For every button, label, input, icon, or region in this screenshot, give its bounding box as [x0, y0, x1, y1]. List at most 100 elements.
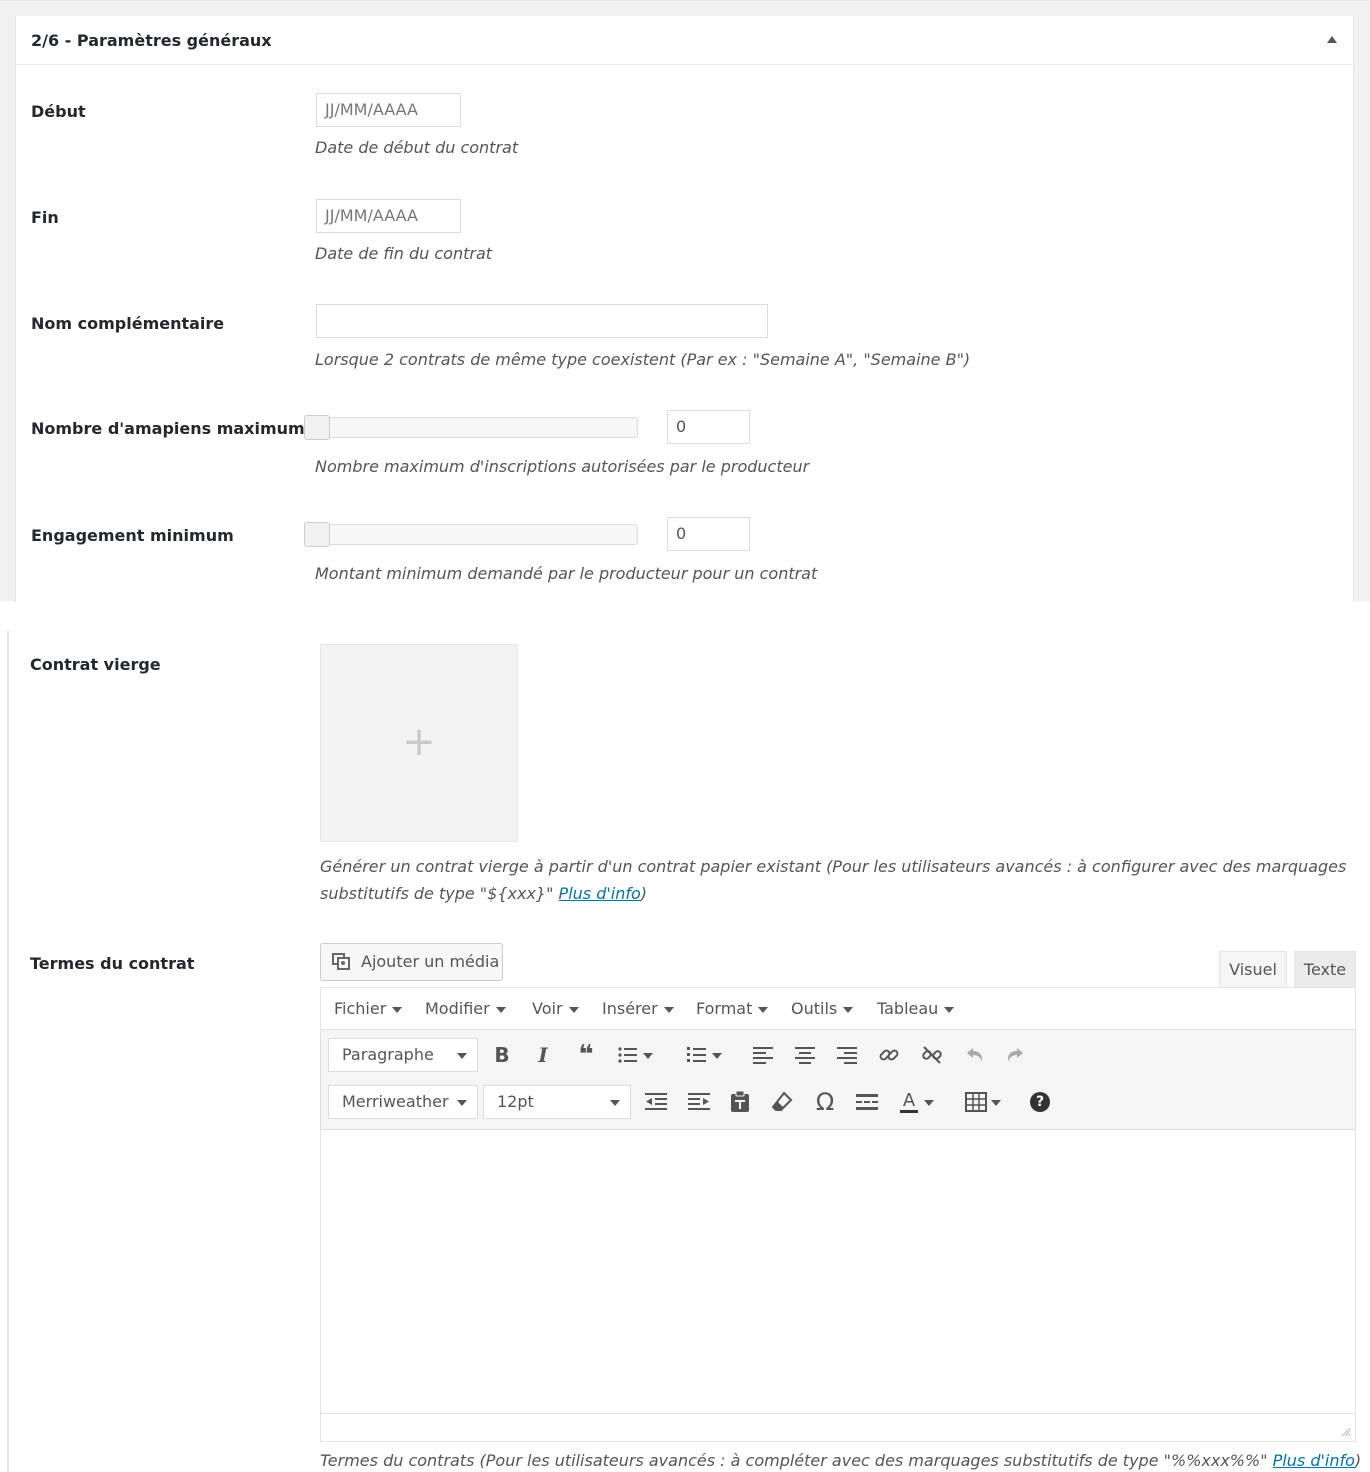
contract-documents-panel: Contrat vierge + Générer un contrat vier…: [0, 631, 1370, 1472]
blockquote-icon[interactable]: ❝: [571, 1040, 601, 1070]
add-media-button[interactable]: Ajouter un média: [320, 943, 503, 981]
section-title: 2/6 - Paramètres généraux: [31, 31, 272, 50]
align-center-icon[interactable]: [790, 1040, 820, 1070]
label-fin: Fin: [31, 208, 59, 227]
caret-icon: [944, 1006, 955, 1013]
indent-icon[interactable]: [684, 1087, 714, 1117]
plus-info-link[interactable]: Plus d'info: [559, 884, 641, 903]
contrat-vierge-description-text: substitutifs de type "${xxx}": [320, 884, 559, 903]
menu-voir[interactable]: Voir: [532, 988, 579, 1030]
caret-icon: [568, 1006, 579, 1013]
menu-inserer[interactable]: Insérer: [602, 988, 674, 1030]
caret-icon: [843, 1006, 854, 1013]
debut-description: Date de début du contrat: [315, 138, 519, 157]
caret-icon: [457, 1053, 467, 1059]
label-nombre-amapiens: Nombre d'amapiens maximum: [31, 419, 305, 438]
special-character-icon[interactable]: Ω: [810, 1087, 840, 1117]
redo-icon[interactable]: [1001, 1040, 1031, 1070]
label-termes-contrat: Termes du contrat: [30, 954, 195, 973]
editor-menubar: Fichier Modifier Voir Insérer Format Out…: [321, 988, 1355, 1030]
link-icon[interactable]: [874, 1040, 904, 1070]
text-color-letter: A: [899, 1091, 919, 1113]
caret-icon: [457, 1100, 467, 1106]
label-contrat-vierge: Contrat vierge: [30, 655, 161, 674]
contrat-vierge-upload-box[interactable]: +: [320, 644, 518, 842]
bullet-list-icon[interactable]: [613, 1040, 653, 1070]
resize-handle-icon[interactable]: [1339, 1425, 1351, 1437]
horizontal-rule-icon[interactable]: [852, 1087, 882, 1117]
label-debut: Début: [31, 102, 86, 121]
caret-icon: [991, 1100, 1001, 1106]
menu-tableau[interactable]: Tableau: [877, 988, 955, 1030]
slider-handle[interactable]: [304, 415, 330, 440]
editor-content-area[interactable]: [321, 1130, 1355, 1412]
unlink-icon[interactable]: [917, 1040, 947, 1070]
caret-icon: [924, 1100, 934, 1106]
nombre-amapiens-input[interactable]: 0: [667, 410, 750, 444]
closing-paren: ): [1354, 1451, 1362, 1470]
collapse-arrow-icon[interactable]: [1327, 36, 1337, 43]
engagement-minimum-description: Montant minimum demandé par le producteu…: [315, 564, 818, 583]
tab-visuel[interactable]: Visuel: [1219, 951, 1287, 988]
font-family-value: Merriweather: [342, 1092, 449, 1111]
paste-text-icon[interactable]: [725, 1087, 755, 1117]
panel-left-border: [7, 631, 9, 1472]
termes-description: Termes du contrats (Pour les utilisateur…: [320, 1447, 1361, 1472]
nom-complementaire-input[interactable]: [316, 304, 768, 338]
menu-modifier[interactable]: Modifier: [425, 988, 506, 1030]
termes-description-text: Termes du contrats (Pour les utilisateur…: [320, 1451, 1273, 1470]
section-header[interactable]: 2/6 - Paramètres généraux: [16, 16, 1353, 65]
help-icon[interactable]: ?: [1025, 1087, 1055, 1117]
nombre-amapiens-description: Nombre maximum d'inscriptions autorisées…: [315, 457, 810, 476]
general-settings-box: 2/6 - Paramètres généraux Début JJ/MM/AA…: [15, 16, 1354, 602]
slider-handle[interactable]: [304, 522, 330, 547]
engagement-minimum-input[interactable]: 0: [667, 517, 750, 551]
engagement-minimum-slider[interactable]: [304, 522, 638, 547]
caret-icon: [495, 1006, 506, 1013]
caret-icon: [392, 1006, 403, 1013]
align-right-icon[interactable]: [832, 1040, 862, 1070]
clear-formatting-icon[interactable]: [767, 1087, 797, 1117]
debut-date-input[interactable]: JJ/MM/AAAA: [316, 93, 461, 127]
outdent-icon[interactable]: [641, 1087, 671, 1117]
editor-toolbar: Paragraphe B I ❝ Merriweather 12pt Ω A ?: [321, 1030, 1355, 1130]
label-engagement-minimum: Engagement minimum: [31, 526, 234, 545]
numbered-list-icon[interactable]: [682, 1040, 722, 1070]
caret-icon: [610, 1100, 620, 1106]
caret-icon: [712, 1053, 722, 1059]
plus-info-link[interactable]: Plus d'info: [1273, 1451, 1355, 1470]
menu-fichier[interactable]: Fichier: [334, 988, 403, 1030]
block-format-value: Paragraphe: [342, 1045, 434, 1064]
add-media-label: Ajouter un média: [361, 952, 500, 971]
nombre-amapiens-slider[interactable]: [304, 415, 638, 440]
font-size-select[interactable]: 12pt: [483, 1085, 631, 1119]
tab-texte[interactable]: Texte: [1294, 951, 1356, 988]
media-icon: [332, 953, 350, 970]
menu-outils[interactable]: Outils: [791, 988, 854, 1030]
contrat-vierge-description-line2: substitutifs de type "${xxx}" Plus d'inf…: [320, 880, 1360, 907]
contrat-vierge-description: Générer un contrat vierge à partir d'un …: [320, 853, 1360, 907]
text-color-icon[interactable]: A: [894, 1087, 934, 1117]
italic-icon[interactable]: I: [528, 1040, 558, 1070]
menu-format[interactable]: Format: [696, 988, 769, 1030]
caret-icon: [758, 1006, 769, 1013]
fin-date-input[interactable]: JJ/MM/AAAA: [316, 199, 461, 233]
bold-icon[interactable]: B: [487, 1040, 517, 1070]
rich-text-editor: Fichier Modifier Voir Insérer Format Out…: [320, 987, 1356, 1442]
label-nom-complementaire: Nom complémentaire: [31, 314, 225, 333]
table-icon[interactable]: [961, 1087, 1001, 1117]
general-settings-panel: 2/6 - Paramètres généraux Début JJ/MM/AA…: [0, 0, 1370, 602]
fin-description: Date de fin du contrat: [315, 244, 493, 263]
contrat-vierge-description-line1: Générer un contrat vierge à partir d'un …: [320, 857, 1347, 876]
font-size-value: 12pt: [497, 1092, 534, 1111]
help-symbol: ?: [1030, 1092, 1050, 1112]
block-format-select[interactable]: Paragraphe: [328, 1038, 478, 1072]
closing-paren: ): [640, 884, 648, 903]
font-family-select[interactable]: Merriweather: [328, 1085, 478, 1119]
caret-icon: [663, 1006, 674, 1013]
nom-complementaire-description: Lorsque 2 contrats de même type coexiste…: [315, 350, 971, 369]
editor-statusbar: [321, 1413, 1355, 1441]
undo-icon[interactable]: [959, 1040, 989, 1070]
caret-icon: [643, 1053, 653, 1059]
align-left-icon[interactable]: [748, 1040, 778, 1070]
